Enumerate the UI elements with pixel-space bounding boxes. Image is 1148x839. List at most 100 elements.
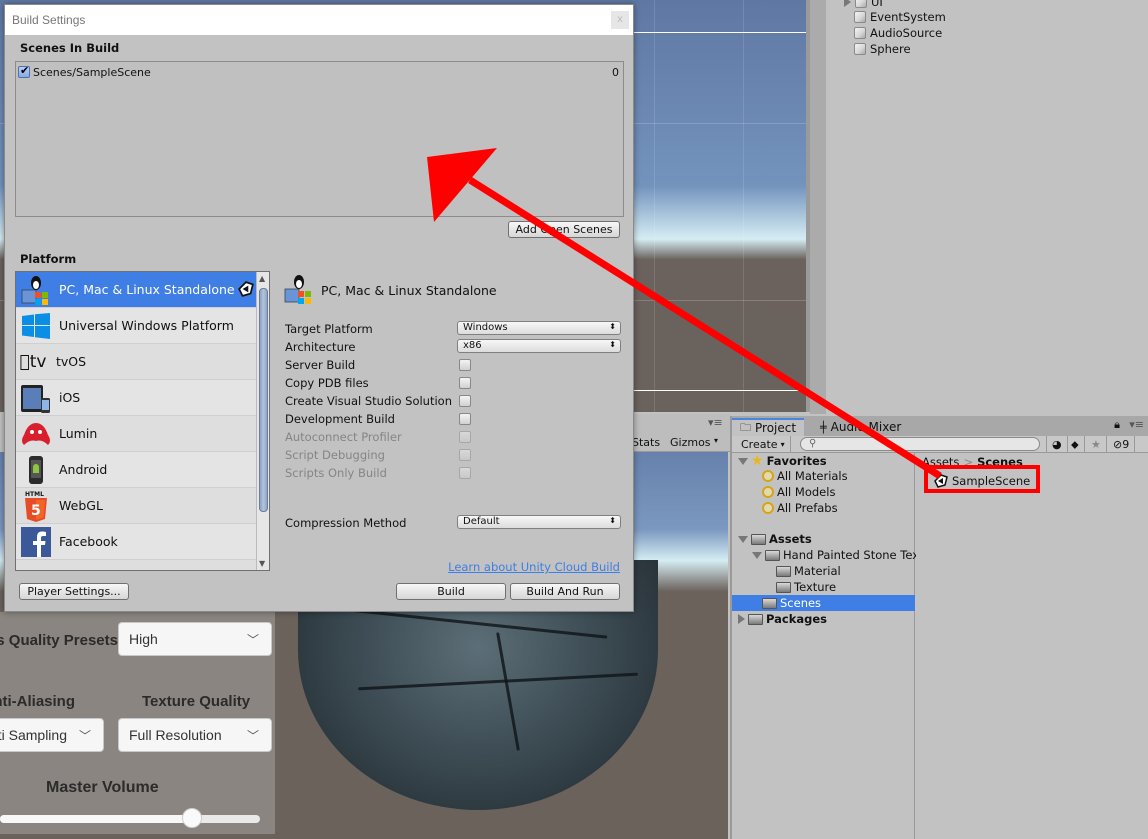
dropdown-arrows-icon: ⬍	[609, 516, 616, 525]
panel-menu-icon[interactable]: ▾≡	[1129, 418, 1144, 431]
unity-cloud-build-link[interactable]: Learn about Unity Cloud Build	[448, 560, 620, 574]
platform-list-scrollbar[interactable]: ▲ ▼	[256, 272, 269, 570]
chevron-down-icon: ﹀	[246, 729, 259, 743]
platform-item-standalone[interactable]: PC, Mac & Linux Standalone	[16, 272, 256, 308]
setting-label: Architecture	[285, 339, 356, 354]
tab-audio-mixer[interactable]: ╪ Audio Mixer	[812, 418, 909, 436]
tree-item-favorites[interactable]: ★ Favorites	[738, 453, 827, 469]
scroll-down-arrow-icon[interactable]: ▼	[259, 559, 265, 568]
setting-server-build: Server Build	[285, 356, 621, 373]
tab-label: Project	[755, 421, 797, 435]
tree-item-all-models[interactable]: All Models	[762, 484, 835, 500]
platform-item-facebook[interactable]: Facebook	[16, 524, 256, 560]
sphere-texture	[496, 632, 520, 751]
game-view-toolbar: ▾≡ Stats Gizmos ▾	[630, 414, 730, 452]
tree-item-packages[interactable]: Packages	[738, 611, 827, 627]
development-build-checkbox[interactable]	[459, 412, 471, 425]
master-volume-slider-fill	[0, 815, 193, 823]
platform-list[interactable]: PC, Mac & Linux Standalone Universal Win…	[15, 271, 270, 571]
platform-label: Universal Windows Platform	[59, 318, 234, 333]
stats-button[interactable]: Stats	[632, 436, 660, 449]
dropdown-value: Default	[463, 516, 500, 527]
lumin-icon	[19, 418, 53, 450]
filter-by-label-button[interactable]: ⬥	[1066, 436, 1085, 453]
architecture-dropdown[interactable]: x86 ⬍	[457, 339, 621, 353]
tree-item-texture[interactable]: Texture	[776, 579, 836, 595]
project-search-input[interactable]: ⚲	[800, 437, 1040, 451]
texture-quality-value: Full Resolution	[129, 727, 222, 743]
platform-item-android[interactable]: Android	[16, 452, 256, 488]
platform-label: PC, Mac & Linux Standalone	[59, 282, 235, 297]
tree-item-assets[interactable]: Assets	[738, 531, 812, 547]
tree-item-label: Material	[794, 564, 841, 578]
collapse-arrow-icon[interactable]	[738, 535, 748, 543]
gizmos-dropdown-icon[interactable]: ▾	[714, 436, 718, 445]
scenes-in-build-list[interactable]: Scenes/SampleScene 0	[15, 61, 624, 217]
collapse-arrow-icon[interactable]	[738, 457, 748, 465]
scrollbar-thumb[interactable]	[259, 288, 268, 512]
tree-item-all-prefabs[interactable]: All Prefabs	[762, 500, 838, 516]
setting-development-build: Development Build	[285, 410, 621, 427]
scene-index: 0	[612, 65, 619, 79]
apple-tv-icon: tv	[20, 351, 47, 372]
texture-quality-select[interactable]: Full Resolution ﹀	[118, 718, 272, 752]
panel-menu-icon[interactable]: ▾≡	[708, 416, 723, 429]
chevron-down-icon: ﹀	[78, 729, 91, 743]
svg-text:HTML: HTML	[25, 491, 44, 498]
create-button[interactable]: Create ▾	[736, 436, 791, 453]
project-toolbar: Create ▾ ⚲ ◕ ⬥ ★ ⊘ 9	[732, 436, 1148, 453]
dropdown-icon: ▾	[780, 440, 785, 449]
tree-item-hand-painted-stone[interactable]: Hand Painted Stone Tex	[752, 547, 919, 563]
quality-presets-select[interactable]: High ﹀	[118, 622, 272, 656]
hierarchy-item[interactable]: Sphere	[854, 41, 911, 57]
add-open-scenes-button[interactable]: Add Open Scenes	[508, 221, 620, 238]
hierarchy-item[interactable]: AudioSource	[854, 25, 942, 41]
tree-item-scenes[interactable]: Scenes	[732, 595, 915, 611]
dropdown-arrows-icon: ⬍	[609, 322, 616, 331]
gizmos-button[interactable]: Gizmos	[670, 436, 711, 449]
tree-item-label: Scenes	[780, 596, 822, 610]
gameobject-cube-icon	[854, 43, 866, 55]
platform-item-uwp[interactable]: Universal Windows Platform	[16, 308, 256, 344]
scene-row[interactable]: Scenes/SampleScene 0	[18, 64, 619, 80]
hierarchy-item-label: AudioSource	[870, 26, 943, 40]
expand-arrow-icon[interactable]	[738, 614, 745, 624]
expand-arrow-icon[interactable]	[844, 0, 851, 7]
tab-project[interactable]: 🗀 Project	[732, 418, 805, 436]
platform-item-ios[interactable]: iOS	[16, 380, 256, 416]
tree-item-label: All Materials	[777, 469, 848, 483]
star-icon: ★	[751, 453, 764, 469]
tree-item-material[interactable]: Material	[776, 563, 841, 579]
platform-item-webgl[interactable]: HTML 5 WebGL	[16, 488, 256, 524]
platform-settings: PC, Mac & Linux Standalone Target Platfo…	[283, 271, 623, 571]
gameobject-cube-icon	[854, 27, 866, 39]
compression-method-dropdown[interactable]: Default ⬍	[457, 515, 621, 529]
create-vs-solution-checkbox[interactable]	[459, 394, 471, 407]
favorites-filter-button[interactable]: ★	[1086, 436, 1107, 453]
player-settings-button[interactable]: Player Settings...	[19, 583, 129, 600]
tree-item-label: Texture	[794, 580, 837, 594]
collapse-arrow-icon[interactable]	[752, 551, 762, 559]
copy-pdb-checkbox[interactable]	[459, 376, 471, 389]
scroll-up-arrow-icon[interactable]: ▲	[259, 274, 265, 283]
setting-label: Scripts Only Build	[285, 465, 387, 480]
build-button[interactable]: Build	[396, 583, 506, 600]
platform-item-tvos[interactable]: tv tvOS	[16, 344, 256, 380]
close-button[interactable]: x	[611, 11, 629, 29]
hierarchy-item-label: EventSystem	[870, 10, 946, 24]
tree-item-all-materials[interactable]: All Materials	[762, 468, 848, 484]
hierarchy-item[interactable]: EventSystem	[854, 9, 946, 25]
anti-aliasing-select[interactable]: Multi Sampling ﹀	[0, 718, 104, 752]
build-and-run-button[interactable]: Build And Run	[510, 583, 620, 600]
lock-icon[interactable]: 🔒︎	[1114, 418, 1120, 432]
tree-item-label: All Models	[777, 485, 836, 499]
platform-item-lumin[interactable]: Lumin	[16, 416, 256, 452]
target-platform-dropdown[interactable]: Windows ⬍	[457, 321, 621, 335]
dialog-titlebar[interactable]: Build Settings x	[5, 5, 633, 35]
server-build-checkbox[interactable]	[459, 358, 471, 371]
hidden-packages-toggle[interactable]: ⊘ 9	[1108, 436, 1136, 453]
setting-label: Target Platform	[285, 321, 373, 336]
quality-presets-label: Graphics Quality Presets	[0, 632, 118, 649]
scene-include-checkbox[interactable]	[18, 64, 30, 78]
filter-by-type-button[interactable]: ◕	[1046, 436, 1068, 453]
